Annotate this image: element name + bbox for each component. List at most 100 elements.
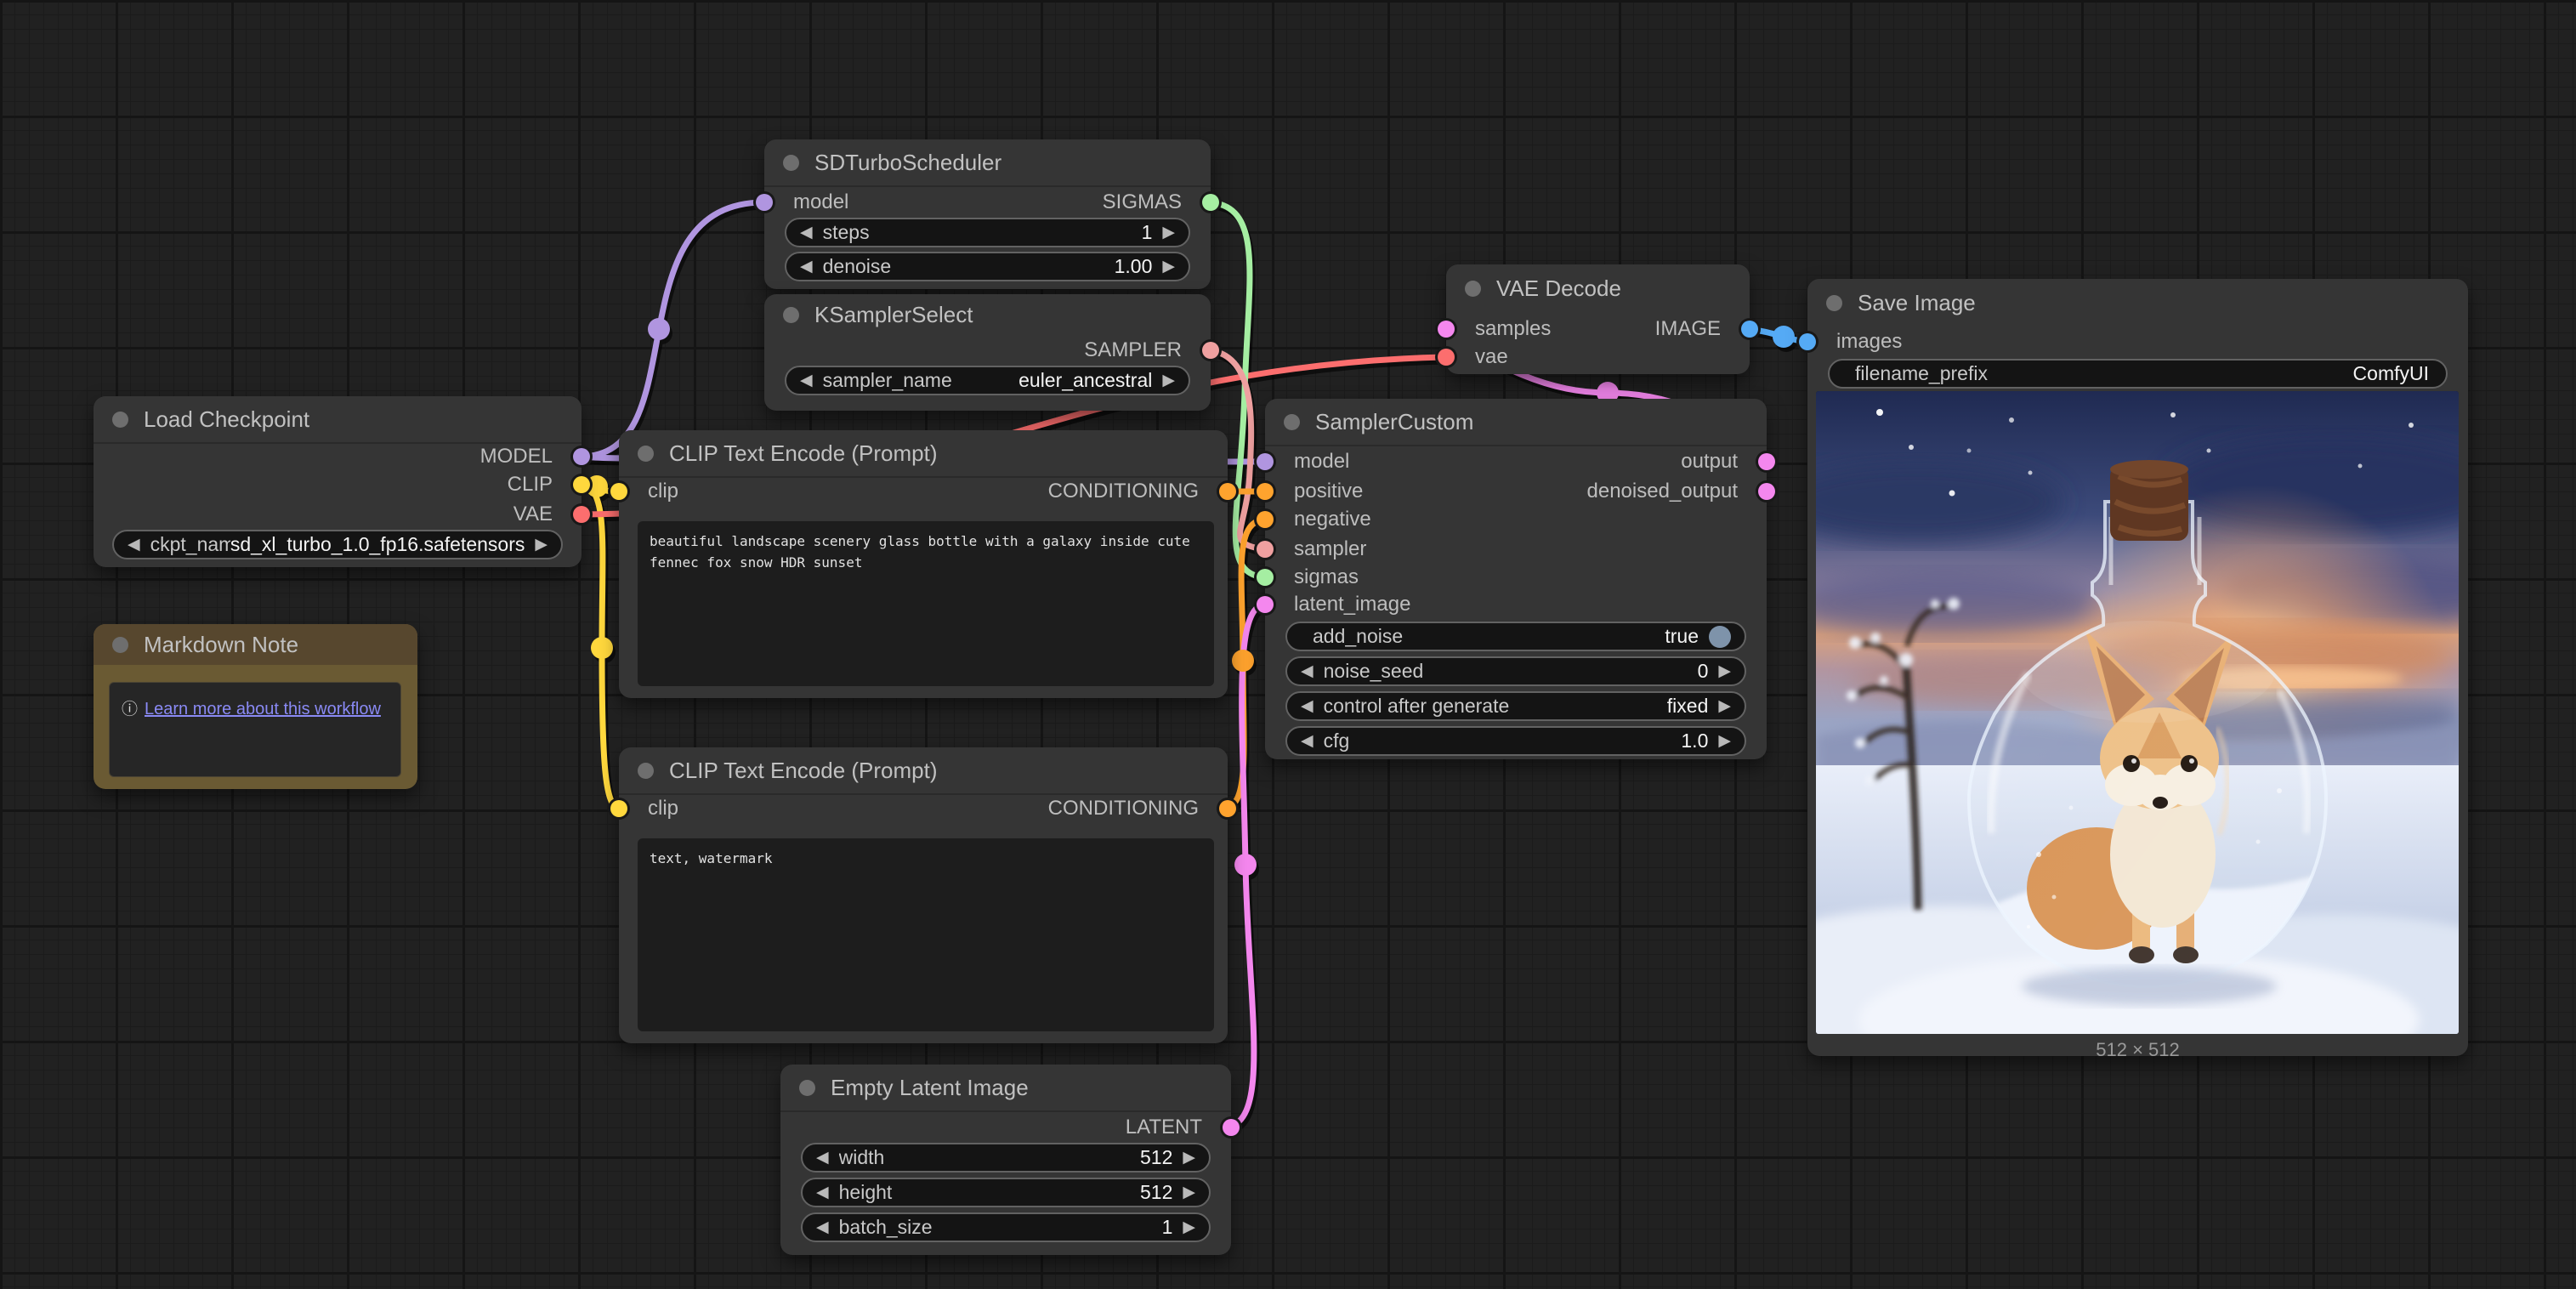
output-dot-sigmas[interactable]	[1202, 194, 1219, 211]
collapse-dot[interactable]	[783, 307, 799, 323]
increment-arrow-icon[interactable]: ▶	[1162, 224, 1175, 241]
output-dot-vae[interactable]	[573, 506, 590, 523]
collapse-dot[interactable]	[638, 763, 654, 779]
input-dot-sigmas[interactable]	[1257, 569, 1274, 586]
widget-value[interactable]: 0	[1698, 660, 1709, 683]
widget-value[interactable]: 1.00	[1115, 255, 1153, 278]
output-dot-model[interactable]	[573, 448, 590, 465]
widget-filename-prefix[interactable]: filename_prefix ComfyUI	[1828, 359, 2448, 389]
decrement-arrow-icon[interactable]: ◀	[816, 1184, 829, 1201]
increment-arrow-icon[interactable]: ▶	[1183, 1219, 1195, 1235]
widget-value[interactable]: 1	[1162, 1216, 1173, 1239]
node-load-checkpoint[interactable]: Load Checkpoint MODEL CLIP VAE ◀ ckpt_na…	[94, 396, 582, 567]
node-empty-latent-image[interactable]: Empty Latent Image LATENT ◀ width 512 ▶ …	[780, 1065, 1231, 1255]
node-vae-decode[interactable]: VAE Decode samples vae IMAGE	[1446, 264, 1750, 374]
widget-steps[interactable]: ◀ steps 1 ▶	[785, 218, 1190, 247]
widget-value[interactable]: ComfyUI	[2353, 362, 2429, 385]
decrement-arrow-icon[interactable]: ◀	[816, 1219, 829, 1235]
widget-noise-seed[interactable]: ◀ noise_seed 0 ▶	[1285, 656, 1746, 686]
prev-option-arrow-icon[interactable]: ◀	[1301, 698, 1314, 714]
output-dot-image[interactable]	[1741, 321, 1758, 338]
next-option-arrow-icon[interactable]: ▶	[535, 537, 548, 553]
widget-value[interactable]: sd_xl_turbo_1.0_fp16.safetensors	[230, 533, 525, 556]
widget-height[interactable]: ◀ height 512 ▶	[801, 1178, 1211, 1207]
collapse-dot[interactable]	[783, 155, 799, 171]
input-dot-images[interactable]	[1799, 333, 1816, 350]
node-header[interactable]: Empty Latent Image	[780, 1065, 1231, 1112]
widget-width[interactable]: ◀ width 512 ▶	[801, 1143, 1211, 1173]
prompt-textarea[interactable]: beautiful landscape scenery glass bottle…	[638, 521, 1214, 686]
output-dot-denoised-output[interactable]	[1758, 483, 1775, 500]
output-dot-conditioning[interactable]	[1219, 483, 1236, 500]
widget-value[interactable]: euler_ancestral	[1018, 369, 1152, 392]
next-option-arrow-icon[interactable]: ▶	[1162, 372, 1175, 389]
widget-cfg[interactable]: ◀ cfg 1.0 ▶	[1285, 726, 1746, 756]
widget-value[interactable]: fixed	[1667, 695, 1709, 718]
widget-control-after-generate[interactable]: ◀ control after generate fixed ▶	[1285, 691, 1746, 721]
widget-value[interactable]: 1	[1142, 221, 1153, 244]
widget-add-noise[interactable]: add_noise true	[1285, 622, 1746, 651]
input-dot-sampler[interactable]	[1257, 541, 1274, 558]
output-dot-sampler[interactable]	[1202, 342, 1219, 359]
node-header[interactable]: CLIP Text Encode (Prompt)	[619, 430, 1228, 478]
node-save-image[interactable]: Save Image images filename_prefix ComfyU…	[1807, 279, 2468, 1056]
increment-arrow-icon[interactable]: ▶	[1718, 663, 1731, 679]
next-option-arrow-icon[interactable]: ▶	[1718, 698, 1731, 714]
node-header[interactable]: VAE Decode	[1446, 264, 1750, 312]
input-dot-vae[interactable]	[1438, 349, 1455, 366]
reroute-dot-conditioning[interactable]	[1232, 650, 1254, 672]
node-header[interactable]: SDTurboScheduler	[764, 139, 1211, 187]
decrement-arrow-icon[interactable]: ◀	[1301, 733, 1314, 749]
node-clip-text-encode-positive[interactable]: CLIP Text Encode (Prompt) clip CONDITION…	[619, 430, 1228, 698]
node-header[interactable]: Load Checkpoint	[94, 396, 582, 444]
widget-ckpt-name[interactable]: ◀ ckpt_name sd_xl_turbo_1.0_fp16.safeten…	[112, 530, 563, 559]
reroute-dot-image[interactable]	[1773, 326, 1795, 348]
decrement-arrow-icon[interactable]: ◀	[800, 258, 813, 275]
prev-option-arrow-icon[interactable]: ◀	[800, 372, 813, 389]
node-header[interactable]: KSamplerSelect	[764, 294, 1211, 335]
input-dot-negative[interactable]	[1257, 511, 1274, 528]
output-dot-clip[interactable]	[573, 476, 590, 493]
collapse-dot[interactable]	[1465, 281, 1481, 297]
decrement-arrow-icon[interactable]: ◀	[816, 1150, 829, 1166]
reroute-dot-model[interactable]	[648, 318, 670, 340]
widget-denoise[interactable]: ◀ denoise 1.00 ▶	[785, 252, 1190, 281]
node-header[interactable]: Save Image	[1807, 279, 2468, 327]
node-header[interactable]: SamplerCustom	[1265, 399, 1767, 446]
output-dot-output[interactable]	[1758, 453, 1775, 470]
node-header[interactable]: Markdown Note	[94, 624, 417, 665]
node-markdown-note[interactable]: Markdown Note ⓘLearn more about this wor…	[94, 624, 417, 789]
input-dot-latent-image[interactable]	[1257, 596, 1274, 613]
reroute-dot-clip-2[interactable]	[591, 637, 613, 659]
toggle-knob[interactable]	[1709, 626, 1731, 648]
widget-value[interactable]: 512	[1140, 1146, 1172, 1169]
collapse-dot[interactable]	[799, 1080, 815, 1096]
workflow-docs-link[interactable]: Learn more about this workflow	[145, 700, 381, 718]
node-ksamplerselect[interactable]: KSamplerSelect SAMPLER ◀ sampler_name eu…	[764, 294, 1211, 411]
node-sampler-custom[interactable]: SamplerCustom model positive negative sa…	[1265, 399, 1767, 759]
graph-canvas[interactable]: SDTurboScheduler model SIGMAS ◀ steps 1 …	[0, 0, 2576, 1289]
increment-arrow-icon[interactable]: ▶	[1162, 258, 1175, 275]
decrement-arrow-icon[interactable]: ◀	[1301, 663, 1314, 679]
collapse-dot[interactable]	[638, 446, 654, 462]
collapse-dot[interactable]	[112, 412, 128, 428]
increment-arrow-icon[interactable]: ▶	[1718, 733, 1731, 749]
prev-option-arrow-icon[interactable]: ◀	[128, 537, 140, 553]
increment-arrow-icon[interactable]: ▶	[1183, 1184, 1195, 1201]
node-clip-text-encode-negative[interactable]: CLIP Text Encode (Prompt) clip CONDITION…	[619, 747, 1228, 1043]
node-sdturboscheduler[interactable]: SDTurboScheduler model SIGMAS ◀ steps 1 …	[764, 139, 1211, 289]
output-dot-conditioning[interactable]	[1219, 800, 1236, 817]
output-dot-latent[interactable]	[1223, 1119, 1240, 1136]
node-header[interactable]: CLIP Text Encode (Prompt)	[619, 747, 1228, 795]
collapse-dot[interactable]	[1284, 414, 1300, 430]
widget-value[interactable]: 1.0	[1681, 730, 1708, 752]
collapse-dot[interactable]	[1826, 295, 1842, 311]
reroute-dot-latent[interactable]	[1234, 854, 1257, 876]
collapse-dot[interactable]	[112, 637, 128, 653]
decrement-arrow-icon[interactable]: ◀	[800, 224, 813, 241]
widget-sampler-name[interactable]: ◀ sampler_name euler_ancestral ▶	[785, 366, 1190, 395]
increment-arrow-icon[interactable]: ▶	[1183, 1150, 1195, 1166]
prompt-textarea[interactable]: text, watermark	[638, 838, 1214, 1031]
widget-value[interactable]: 512	[1140, 1181, 1172, 1204]
widget-batch-size[interactable]: ◀ batch_size 1 ▶	[801, 1212, 1211, 1242]
